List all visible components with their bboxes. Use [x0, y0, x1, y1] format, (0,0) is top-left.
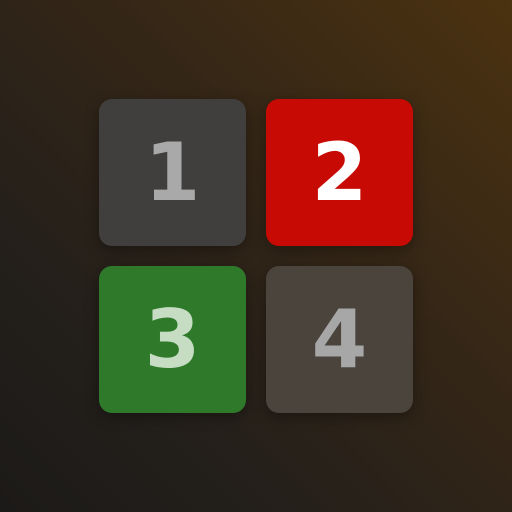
tile-number: 1 [144, 126, 201, 219]
tile-3[interactable]: 3 [99, 266, 246, 413]
tile-number: 3 [144, 293, 201, 386]
tile-number: 4 [311, 293, 368, 386]
tile-1[interactable]: 1 [99, 99, 246, 246]
tile-4[interactable]: 4 [266, 266, 413, 413]
tile-2[interactable]: 2 [266, 99, 413, 246]
tile-number: 2 [311, 126, 368, 219]
